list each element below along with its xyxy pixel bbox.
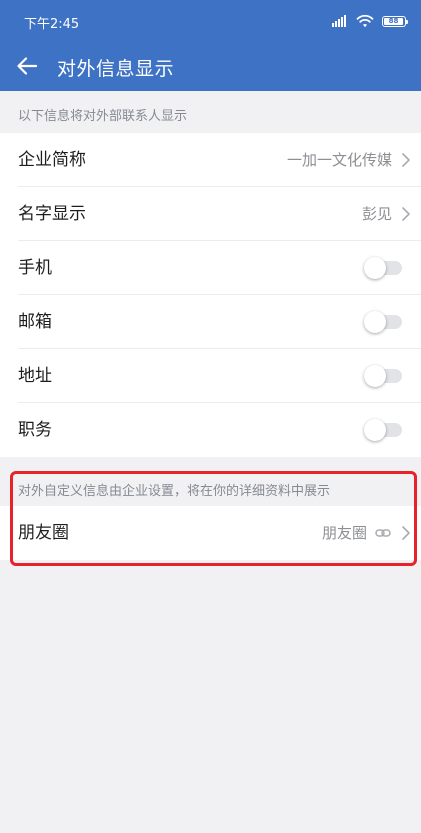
row-email: 邮箱 bbox=[0, 295, 421, 349]
row-label: 职务 bbox=[18, 420, 52, 440]
row-phone: 手机 bbox=[0, 241, 421, 295]
row-label: 企业简称 bbox=[18, 150, 86, 170]
row-label: 邮箱 bbox=[18, 312, 52, 332]
chevron-right-icon bbox=[402, 153, 410, 167]
toggle-knob bbox=[364, 257, 386, 279]
row-value: 朋友圈 bbox=[321, 524, 367, 542]
status-time: 下午2:45 bbox=[24, 17, 80, 32]
status-bar: 下午2:45 88 bbox=[0, 0, 421, 42]
arrow-left-icon bbox=[17, 57, 37, 75]
phone-toggle[interactable] bbox=[364, 256, 404, 280]
chevron-right-icon bbox=[402, 526, 410, 540]
section1-header: 以下信息将对外部联系人显示 bbox=[18, 109, 188, 124]
row-value: 一加一文化传媒 bbox=[286, 151, 392, 169]
toggle-knob bbox=[364, 311, 386, 333]
toggle-knob bbox=[364, 365, 386, 387]
job-title-toggle[interactable] bbox=[364, 418, 404, 442]
row-label: 名字显示 bbox=[18, 204, 86, 224]
page-title: 对外信息显示 bbox=[57, 58, 175, 80]
address-toggle[interactable] bbox=[364, 364, 404, 388]
back-button[interactable] bbox=[12, 52, 42, 80]
row-company-name[interactable]: 企业简称 一加一文化传媒 bbox=[0, 133, 421, 187]
status-icons: 88 bbox=[332, 13, 408, 29]
header: 下午2:45 88 对外信息显示 bbox=[0, 0, 421, 91]
signal-icon bbox=[332, 15, 347, 27]
toggle-knob bbox=[364, 419, 386, 441]
battery-level: 88 bbox=[388, 16, 399, 25]
battery-icon: 88 bbox=[382, 15, 408, 27]
row-value: 彭见 bbox=[361, 205, 392, 223]
screen: 下午2:45 88 对外信息显示 以下信息将对外部联系人显示 企业简称 一加一文… bbox=[0, 0, 421, 833]
row-name-display[interactable]: 名字显示 彭见 bbox=[0, 187, 421, 241]
row-label: 朋友圈 bbox=[18, 523, 69, 543]
section2-header: 对外自定义信息由企业设置，将在你的详细资料中展示 bbox=[18, 484, 331, 499]
row-address: 地址 bbox=[0, 349, 421, 403]
app-bar: 对外信息显示 bbox=[0, 42, 421, 91]
row-moments[interactable]: 朋友圈 朋友圈 bbox=[0, 506, 421, 560]
row-label: 手机 bbox=[18, 258, 52, 278]
chevron-right-icon bbox=[402, 207, 410, 221]
wifi-icon bbox=[356, 14, 374, 28]
row-label: 地址 bbox=[18, 366, 52, 386]
link-icon bbox=[375, 529, 391, 537]
row-job-title: 职务 bbox=[0, 403, 421, 457]
email-toggle[interactable] bbox=[364, 310, 404, 334]
